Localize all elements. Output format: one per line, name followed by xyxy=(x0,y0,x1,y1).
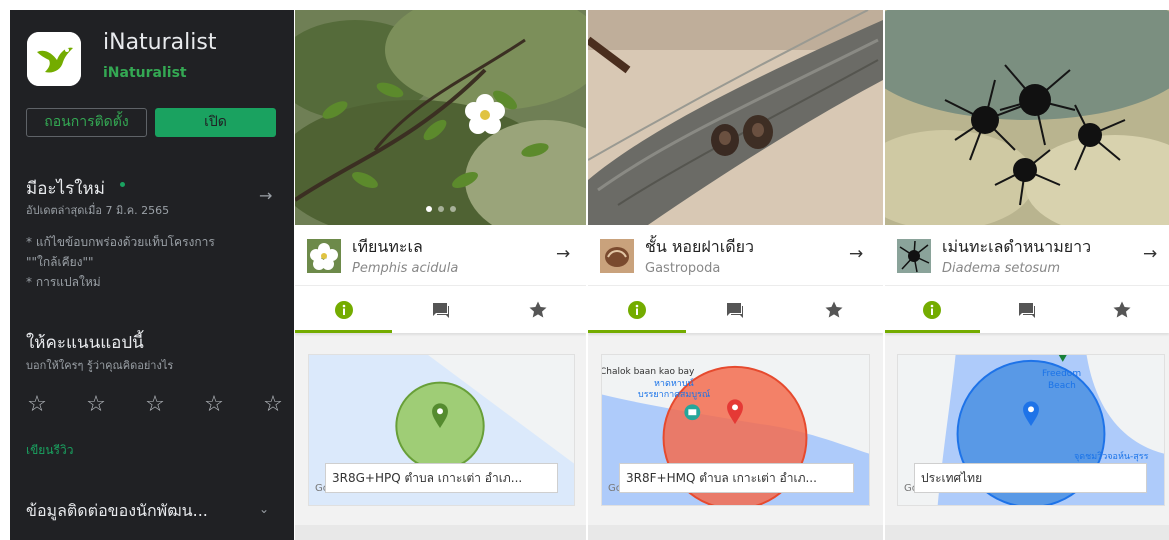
tab-favorites[interactable] xyxy=(489,286,586,333)
write-review-link[interactable]: เขียนรีวิว xyxy=(26,441,73,460)
new-indicator-dot xyxy=(120,182,125,187)
taxon-scientific-name: Pemphis acidula xyxy=(352,261,459,276)
map-place-label: จุดชมวิวจอห์น-สุรร xyxy=(1074,452,1149,462)
taxon-thumbnail-image xyxy=(307,239,341,273)
star-outline-icon[interactable]: ☆ xyxy=(24,392,50,417)
photo-pagination xyxy=(295,206,586,212)
comments-icon xyxy=(727,302,744,318)
taxon-scientific-name: Diadema setosum xyxy=(942,261,1061,276)
taxon-header[interactable]: เทียนทะเล Pemphis acidula → xyxy=(295,225,586,285)
photo-sea-urchins xyxy=(885,10,1169,225)
location-map[interactable]: Chalok baan kao bay หาดหาบน์ บรรยากาศสมบ… xyxy=(601,354,870,506)
taxon-thumbnail-image xyxy=(600,239,634,273)
observation-card: เม่นทะเลดำหนามยาว Diadema setosum → Free… xyxy=(885,10,1169,540)
tab-info[interactable] xyxy=(295,286,392,333)
pagination-dot[interactable] xyxy=(449,206,456,212)
photo-driftwood-snails xyxy=(588,10,883,225)
tab-favorites[interactable] xyxy=(1074,286,1169,333)
comments-icon xyxy=(1019,302,1035,318)
developer-contact-section[interactable]: ข้อมูลติดต่อของนักพัฒน... xyxy=(26,499,208,524)
share-icon[interactable] xyxy=(850,18,883,225)
star-favorite-icon xyxy=(825,301,843,317)
camera-place-icon xyxy=(684,404,701,421)
taxon-header[interactable]: ชั้น หอยฝาเดียว Gastropoda → xyxy=(588,225,883,285)
map-place-label: บรรยากาศสมบูรณ์ xyxy=(638,390,711,400)
observation-photo[interactable] xyxy=(885,10,1169,225)
star-favorite-icon xyxy=(1113,301,1131,317)
observation-card: ชั้น หอยฝาเดียว Gastropoda → Chalok baan… xyxy=(588,10,883,540)
taxon-thumbnail-image xyxy=(897,239,931,273)
card-bottom xyxy=(588,525,883,540)
chevron-down-icon[interactable]: ⌄ xyxy=(259,502,269,516)
tab-info[interactable] xyxy=(588,286,687,333)
pagination-dot[interactable] xyxy=(437,206,444,212)
info-icon xyxy=(334,300,353,319)
map-address-label: ประเทศไทย xyxy=(914,463,1147,493)
rate-app-title: ให้คะแนนแอปนี้ xyxy=(26,333,144,353)
release-note-line: * การแปลใหม่ xyxy=(26,275,101,289)
map-place-label: Chalok baan kao bay xyxy=(601,367,695,377)
app-name: iNaturalist xyxy=(103,30,217,55)
inaturalist-bird-icon xyxy=(27,32,81,86)
taxon-thumbnail xyxy=(600,239,634,273)
arrow-right-icon[interactable]: → xyxy=(849,244,863,264)
tab-info[interactable] xyxy=(885,286,980,333)
pagination-dot[interactable] xyxy=(425,206,432,212)
card-bottom xyxy=(295,525,586,540)
observation-photo[interactable] xyxy=(295,10,586,225)
share-icon[interactable] xyxy=(1143,18,1169,225)
developer-link[interactable]: iNaturalist xyxy=(103,65,187,81)
observation-card: เทียนทะเล Pemphis acidula → Google 3R8G+… xyxy=(295,10,586,540)
taxon-common-name: เม่นทะเลดำหนามยาว xyxy=(942,237,1092,256)
star-outline-icon[interactable]: ☆ xyxy=(142,392,168,417)
taxon-thumbnail xyxy=(897,239,931,273)
card-bottom xyxy=(885,525,1169,540)
map-address-label: 3R8G+HPQ ตำบล เกาะเต่า อำเภ... xyxy=(325,463,558,493)
taxon-thumbnail xyxy=(307,239,341,273)
location-map[interactable]: Freedom Beach จุดชมวิวจอห์น-สุรร Google … xyxy=(897,354,1165,506)
map-place-label: Beach xyxy=(1048,381,1076,391)
location-map[interactable]: Google 3R8G+HPQ ตำบล เกาะเต่า อำเภ... xyxy=(308,354,575,506)
arrow-right-icon[interactable]: → xyxy=(1143,244,1157,264)
arrow-right-icon[interactable]: → xyxy=(556,244,570,264)
taxon-header[interactable]: เม่นทะเลดำหนามยาว Diadema setosum → xyxy=(885,225,1169,285)
release-notes: * แก้ไขข้อบกพร่องด้วยแท็บโครงการ ""ใกล้เ… xyxy=(26,232,286,292)
photo-shrub-flower xyxy=(295,10,586,225)
tab-comments[interactable] xyxy=(392,286,489,333)
last-updated-date: อัปเดตล่าสุดเมื่อ 7 มิ.ค. 2565 xyxy=(26,204,170,217)
release-note-line: ""ใกล้เคียง"" xyxy=(26,255,94,269)
observation-tabs xyxy=(295,285,586,333)
release-note-line: * แก้ไขข้อบกพร่องด้วยแท็บโครงการ xyxy=(26,235,215,249)
info-icon xyxy=(628,300,647,319)
tab-comments[interactable] xyxy=(980,286,1075,333)
observation-tabs xyxy=(885,285,1169,333)
share-icon[interactable] xyxy=(557,18,586,225)
info-icon xyxy=(923,300,942,319)
open-button[interactable]: เปิด xyxy=(155,108,276,137)
map-place-label: Freedom xyxy=(1042,369,1082,379)
taxon-common-name: ชั้น หอยฝาเดียว xyxy=(645,237,754,256)
star-rating: ☆ ☆ ☆ ☆ ☆ xyxy=(24,392,286,417)
comments-icon xyxy=(432,302,449,318)
rate-app-subtitle: บอกให้ใครๆ รู้ว่าคุณคิดอย่างไร xyxy=(26,359,174,372)
star-favorite-icon xyxy=(529,301,546,317)
uninstall-button[interactable]: ถอนการติดตั้ง xyxy=(26,108,147,137)
taxon-scientific-name: Gastropoda xyxy=(645,261,721,276)
star-outline-icon[interactable]: ☆ xyxy=(201,392,227,417)
tab-comments[interactable] xyxy=(686,286,784,333)
map-place-label: หาดหาบน์ xyxy=(654,379,694,389)
play-store-panel: iNaturalist iNaturalist ถอนการติดตั้ง เป… xyxy=(10,10,294,540)
tab-favorites[interactable] xyxy=(785,286,883,333)
arrow-right-icon[interactable]: → xyxy=(259,186,272,205)
observation-tabs xyxy=(588,285,883,333)
whats-new-title[interactable]: มีอะไรใหม่ xyxy=(26,175,105,202)
inaturalist-app-icon xyxy=(27,32,81,86)
star-outline-icon[interactable]: ☆ xyxy=(260,392,286,417)
taxon-common-name: เทียนทะเล xyxy=(352,237,423,256)
map-address-label: 3R8F+HMQ ตำบล เกาะเต่า อำเภ... xyxy=(619,463,854,493)
star-outline-icon[interactable]: ☆ xyxy=(83,392,109,417)
observation-photo[interactable] xyxy=(588,10,883,225)
